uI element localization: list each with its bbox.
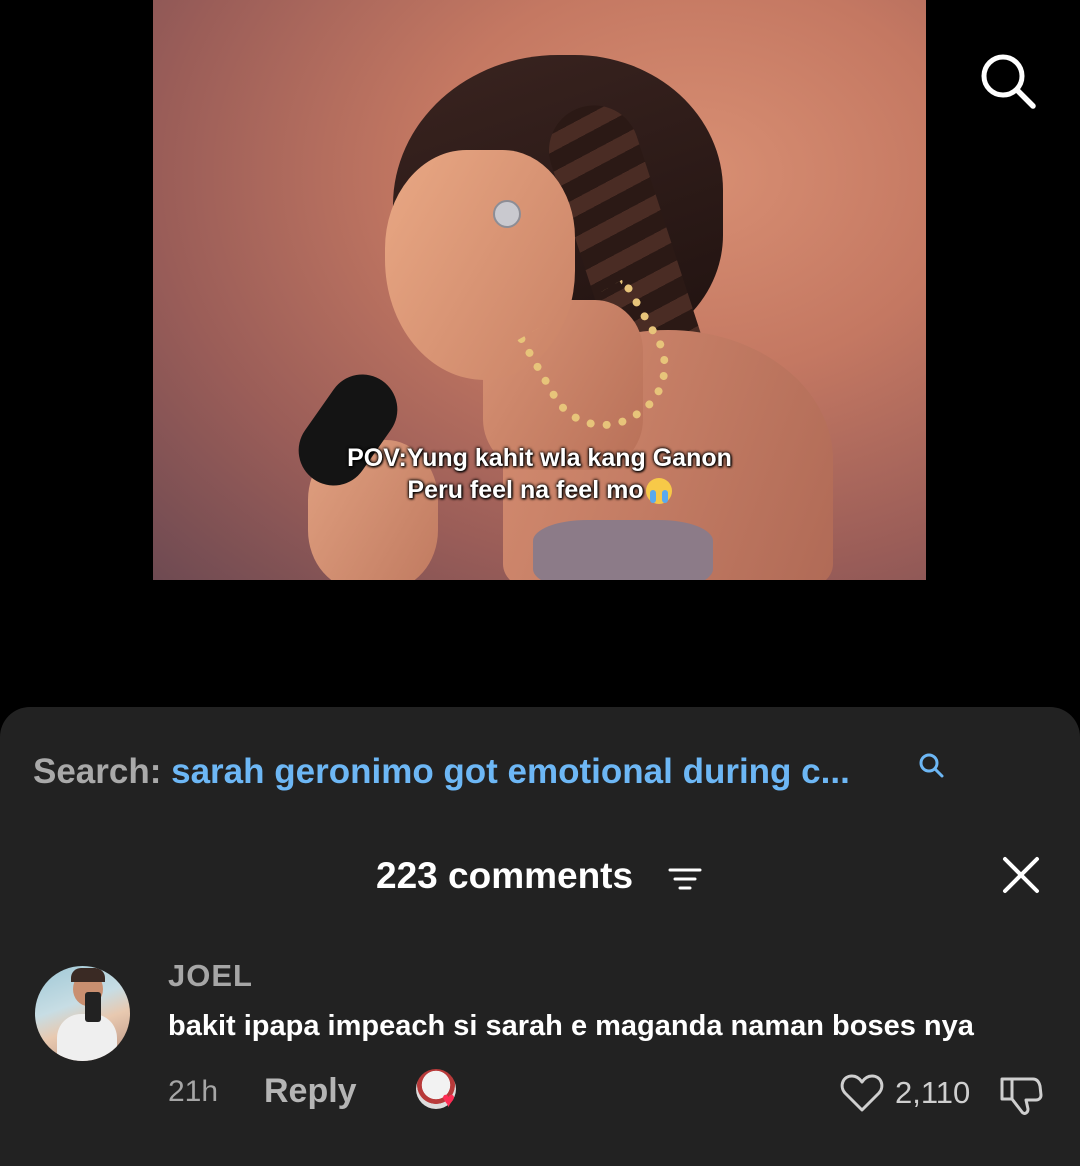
thumbs-down-icon[interactable] — [998, 1073, 1044, 1117]
creator-liked-badge: ♥ — [416, 1069, 466, 1115]
avatar[interactable] — [35, 966, 130, 1061]
related-search-label: Search: — [33, 752, 172, 791]
comment-text: bakit ipapa impeach si sarah e maganda n… — [168, 1010, 974, 1042]
heart-icon: ♥ — [442, 1087, 456, 1112]
comment-username[interactable]: JOEL — [168, 958, 253, 994]
search-icon[interactable] — [979, 52, 1037, 110]
video-caption-line1: POV:Yung kahit wla kang Ganon — [347, 444, 732, 472]
close-icon[interactable] — [1002, 856, 1040, 894]
sort-icon[interactable] — [668, 866, 702, 892]
crying-emoji-icon — [645, 478, 672, 505]
video-frame-earpiece — [493, 200, 521, 228]
search-icon — [919, 753, 944, 778]
like-count: 2,110 — [895, 1075, 971, 1110]
related-search-query[interactable]: sarah geronimo got emotional during c... — [171, 752, 850, 791]
video-caption: POV:Yung kahit wla kang Ganon Peru feel … — [153, 442, 926, 506]
related-search[interactable]: Search: sarah geronimo got emotional dur… — [33, 752, 944, 792]
video-frame-dress — [533, 520, 713, 580]
comment-time: 21h — [168, 1075, 219, 1108]
comments-count-title: 223 comments — [376, 855, 634, 896]
reply-button[interactable]: Reply — [264, 1072, 357, 1111]
video-player[interactable]: POV:Yung kahit wla kang Ganon Peru feel … — [153, 0, 926, 580]
heart-outline-icon[interactable] — [840, 1073, 884, 1113]
video-caption-line2: Peru feel na feel mo — [407, 476, 644, 504]
video-caption-line2-wrap: Peru feel na feel mo — [153, 474, 926, 506]
